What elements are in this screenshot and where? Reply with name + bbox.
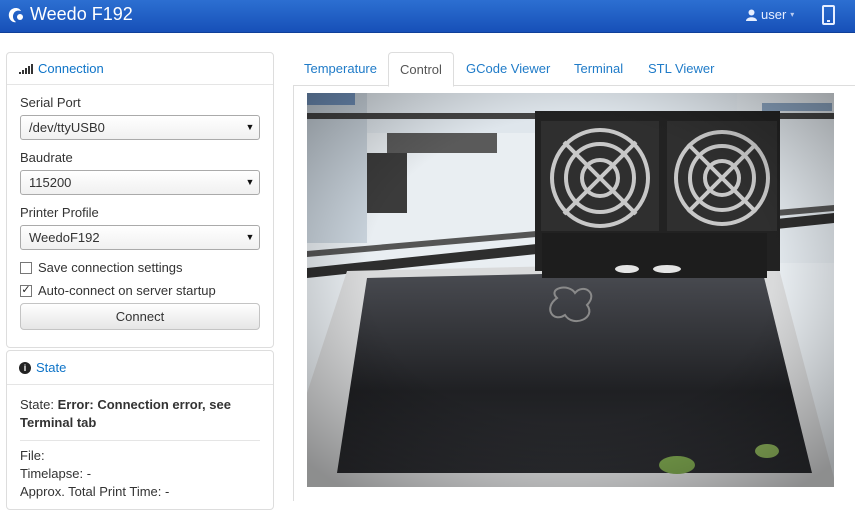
print-time-label: Approx. Total Print Time: xyxy=(20,484,162,499)
serial-port-select[interactable]: /dev/ttyUSB0 ▼ xyxy=(20,115,260,140)
tab-gcode-viewer[interactable]: GCode Viewer xyxy=(455,52,561,86)
connection-panel: Connection Serial Port /dev/ttyUSB0 ▼ Ba… xyxy=(6,52,274,348)
save-settings-label: Save connection settings xyxy=(38,260,183,275)
tab-terminal[interactable]: Terminal xyxy=(563,52,634,86)
divider xyxy=(20,440,260,441)
chevron-down-icon: ▾ xyxy=(790,10,795,19)
info-icon: i xyxy=(19,361,31,374)
file-row: File: xyxy=(20,447,260,465)
autoconnect-label: Auto-connect on server startup xyxy=(38,283,216,298)
printer-profile-select[interactable]: WeedoF192 ▼ xyxy=(20,225,260,250)
timelapse-label: Timelapse: xyxy=(20,466,84,481)
control-tab-content xyxy=(293,86,855,501)
timelapse-row: Timelapse: - xyxy=(20,465,260,483)
tab-stl-viewer[interactable]: STL Viewer xyxy=(637,52,725,86)
state-panel: i State State: Error: Connection error, … xyxy=(6,350,274,510)
print-time-row: Approx. Total Print Time: - xyxy=(20,483,260,501)
user-icon xyxy=(746,9,757,21)
tab-control[interactable]: Control xyxy=(388,52,454,87)
print-time-value: - xyxy=(165,484,170,499)
state-prefix: State: xyxy=(20,397,54,412)
top-navbar: Weedo F192 user ▾ xyxy=(0,0,855,33)
state-text: State: Error: Connection error, see Term… xyxy=(20,396,260,432)
webcam-stream xyxy=(307,93,834,487)
mobile-icon[interactable] xyxy=(822,5,835,25)
save-settings-checkbox[interactable] xyxy=(20,261,32,274)
autoconnect-checkbox[interactable]: ✓ xyxy=(20,284,32,297)
brand[interactable]: Weedo F192 xyxy=(7,4,133,25)
user-name: user xyxy=(761,7,787,22)
baudrate-label: Baudrate xyxy=(20,150,73,165)
state-panel-header[interactable]: i State xyxy=(7,351,273,385)
connect-button[interactable]: Connect xyxy=(20,303,260,330)
octoprint-logo-icon xyxy=(8,7,23,22)
baudrate-select[interactable]: 115200 ▼ xyxy=(20,170,260,195)
dropdown-arrow-icon: ▼ xyxy=(245,232,255,242)
user-menu[interactable]: user ▾ xyxy=(746,7,794,22)
signal-icon xyxy=(19,63,33,74)
connection-panel-header[interactable]: Connection xyxy=(7,53,273,85)
app-title: Weedo F192 xyxy=(30,4,133,24)
webcam-image xyxy=(307,93,834,487)
main-tabs: Temperature Control GCode Viewer Termina… xyxy=(293,52,855,87)
save-settings-row: Save connection settings xyxy=(20,256,260,279)
timelapse-value: - xyxy=(86,466,92,481)
tab-temperature[interactable]: Temperature xyxy=(293,52,388,86)
connection-title: Connection xyxy=(38,61,104,76)
dropdown-arrow-icon: ▼ xyxy=(245,122,255,132)
file-label: File: xyxy=(20,448,45,463)
dropdown-arrow-icon: ▼ xyxy=(245,177,255,187)
autoconnect-row: ✓ Auto-connect on server startup xyxy=(20,279,260,302)
state-title: State xyxy=(36,360,67,375)
printer-profile-label: Printer Profile xyxy=(20,205,99,220)
serial-port-label: Serial Port xyxy=(20,95,81,110)
serial-port-value: /dev/ttyUSB0 xyxy=(29,120,105,135)
baudrate-value: 115200 xyxy=(29,175,72,190)
printer-profile-value: WeedoF192 xyxy=(29,230,100,245)
